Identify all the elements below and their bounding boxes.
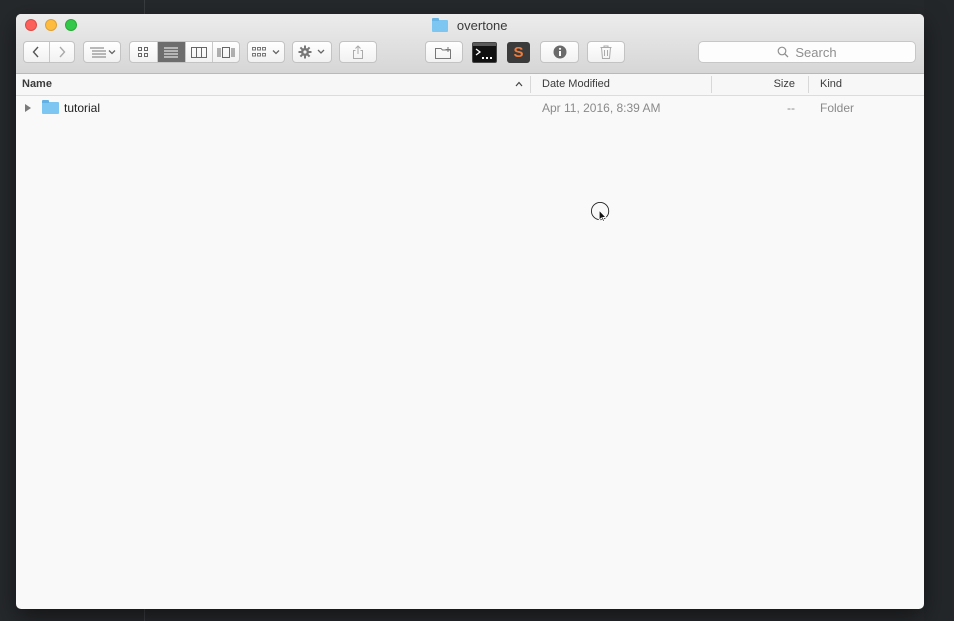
mouse-cursor-icon <box>591 202 610 222</box>
view-mode-group <box>129 41 240 63</box>
group-button[interactable] <box>247 41 285 63</box>
arrange-button[interactable] <box>83 41 121 63</box>
info-icon <box>553 45 566 59</box>
get-info-button[interactable] <box>540 41 579 63</box>
terminal-icon <box>473 43 496 59</box>
gear-icon <box>298 45 325 59</box>
share-icon <box>353 45 363 59</box>
new-folder-button[interactable] <box>425 41 463 63</box>
sublime-text-icon: S <box>513 44 524 61</box>
file-kind: Folder <box>820 101 855 115</box>
column-view-icon <box>190 46 207 58</box>
window-title: overtone <box>16 17 924 35</box>
disclosure-triangle-icon[interactable] <box>25 104 31 112</box>
new-folder-icon <box>435 46 451 59</box>
kind-column-label: Kind <box>820 78 843 90</box>
name-column-label: Name <box>22 78 52 90</box>
chevron-left-icon <box>33 46 40 58</box>
column-divider[interactable] <box>530 76 531 93</box>
file-name: tutorial <box>64 101 101 115</box>
list-view-icon <box>164 47 179 58</box>
icon-view-button[interactable] <box>130 42 158 62</box>
name-column-header[interactable]: Name <box>22 74 522 95</box>
group-icon <box>252 47 280 57</box>
title-bar[interactable]: overtone S Search <box>16 14 924 74</box>
trash-icon <box>600 45 612 59</box>
arrange-icon <box>90 47 116 58</box>
file-date-modified: Apr 11, 2016, 8:39 AM <box>542 101 661 115</box>
file-size: -- <box>787 101 795 115</box>
date-modified-column-label: Date Modified <box>542 78 610 90</box>
folder-icon <box>432 17 449 32</box>
size-column-header[interactable]: Size <box>712 74 795 95</box>
icon-view-icon <box>138 47 149 57</box>
date-modified-column-header[interactable]: Date Modified <box>542 74 712 95</box>
chevron-right-icon <box>59 46 66 58</box>
trash-button[interactable] <box>587 41 625 63</box>
search-placeholder: Search <box>795 44 837 60</box>
list-view-button[interactable] <box>157 42 186 62</box>
column-view-button[interactable] <box>186 42 213 62</box>
terminal-button[interactable] <box>472 42 497 63</box>
navigation-group <box>23 41 75 63</box>
desktop-strip <box>924 0 954 621</box>
cover-flow-icon <box>217 46 235 58</box>
search-field[interactable]: Search <box>698 41 916 63</box>
share-button[interactable] <box>339 41 377 63</box>
window-title-text: overtone <box>456 18 508 34</box>
column-header: Name Date Modified Size Kind <box>16 74 924 96</box>
search-icon <box>777 46 789 58</box>
sort-indicator <box>512 74 526 95</box>
size-column-label: Size <box>773 78 795 90</box>
back-button[interactable] <box>24 42 50 62</box>
kind-column-header[interactable]: Kind <box>820 74 920 95</box>
sublime-text-button[interactable]: S <box>507 42 530 63</box>
folder-icon <box>42 100 59 114</box>
chevron-up-icon <box>515 81 523 87</box>
finder-window: overtone S Search Name Date Modified Siz… <box>16 14 924 609</box>
action-button[interactable] <box>292 41 332 63</box>
forward-button[interactable] <box>50 42 74 62</box>
table-row[interactable]: tutorial Apr 11, 2016, 8:39 AM -- Folder <box>16 98 924 118</box>
column-divider[interactable] <box>808 76 809 93</box>
cover-flow-button[interactable] <box>213 42 239 62</box>
